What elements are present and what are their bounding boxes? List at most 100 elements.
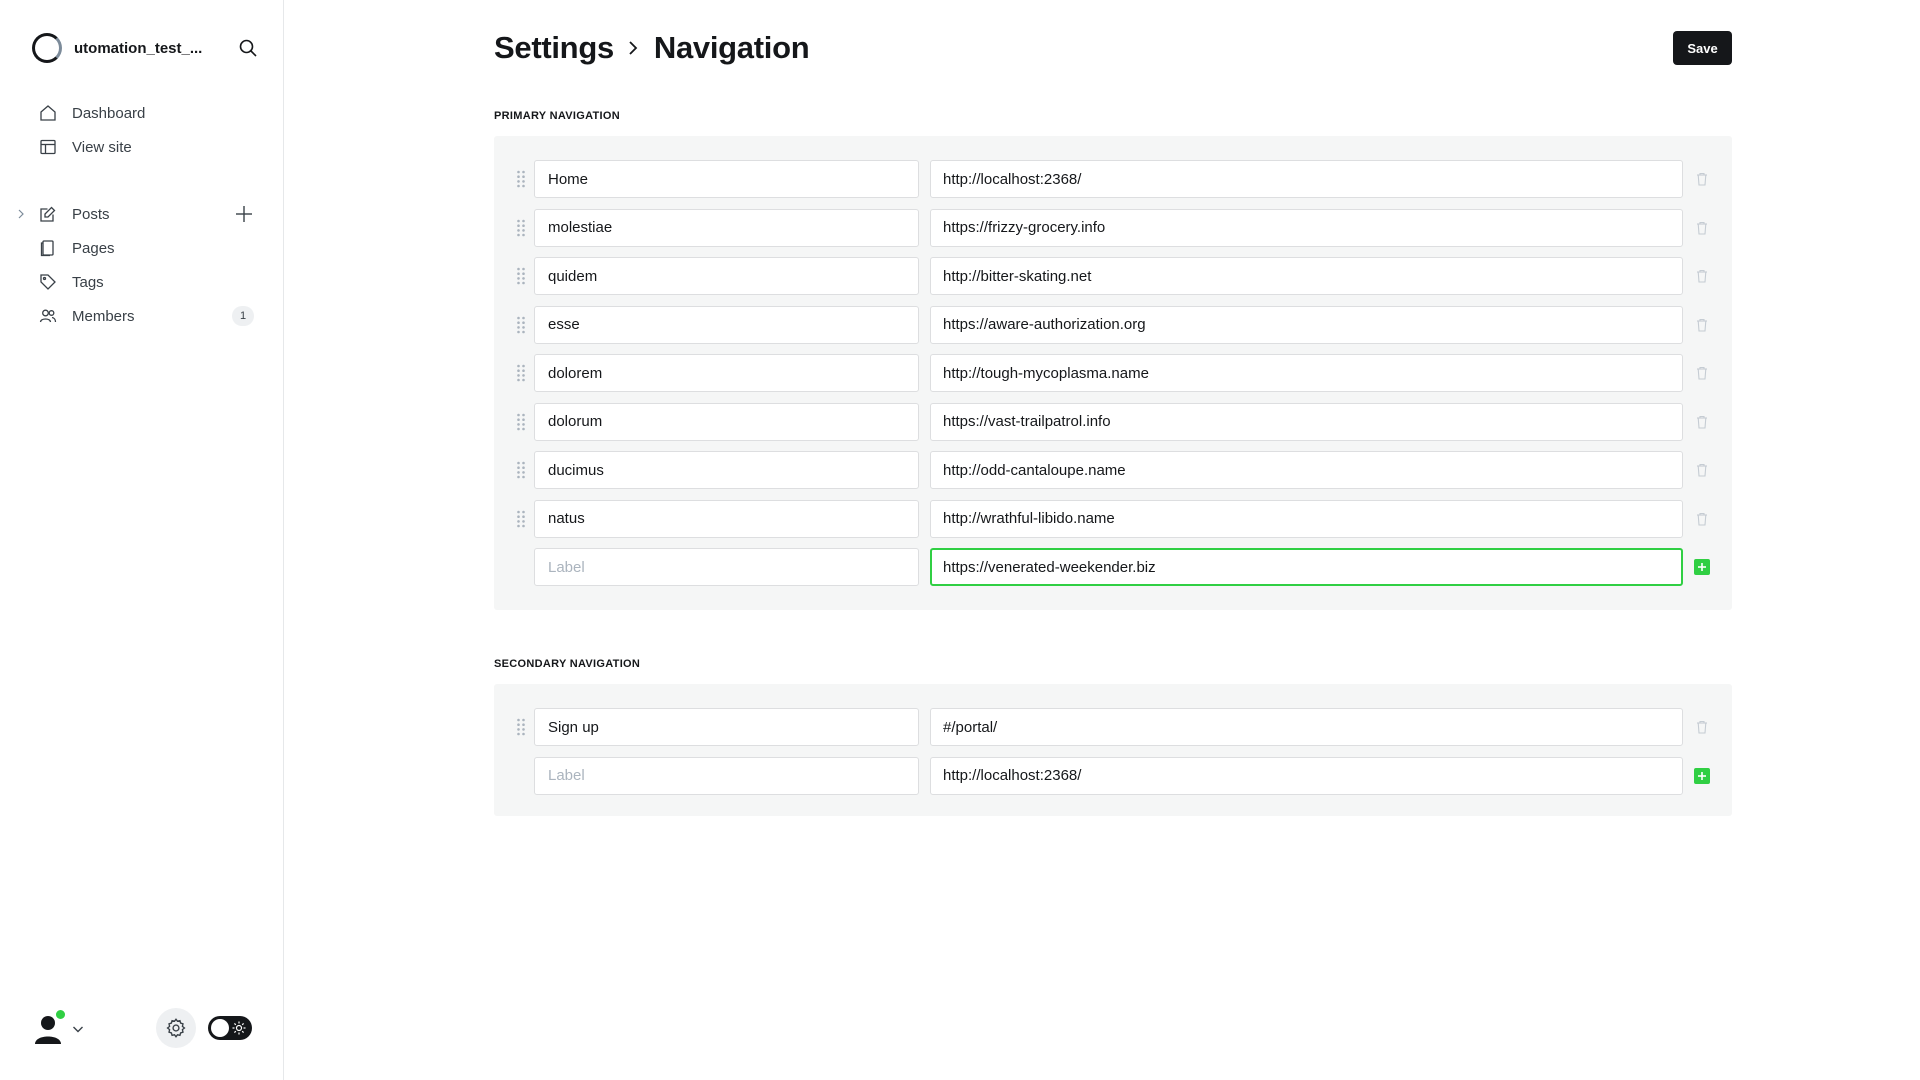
nav-url-input[interactable] [930, 402, 1683, 441]
nav-url-input[interactable] [930, 160, 1683, 198]
drag-handle-icon[interactable] [516, 170, 526, 188]
nav-item-row [494, 354, 1732, 393]
nav-item-row [494, 708, 1732, 747]
members-count-badge: 1 [232, 306, 254, 326]
trash-icon[interactable] [1694, 267, 1710, 285]
nav-item-row [494, 305, 1732, 345]
nav-item-row [494, 499, 1732, 539]
drag-handle-icon[interactable] [516, 219, 526, 237]
trash-icon[interactable] [1694, 170, 1710, 188]
search-icon[interactable] [236, 36, 260, 60]
site-logo-icon [32, 33, 62, 63]
pages-icon [38, 238, 58, 258]
trash-icon[interactable] [1694, 510, 1710, 528]
tag-icon [38, 272, 58, 292]
new-nav-url-input[interactable] [930, 548, 1683, 586]
sidebar-item-view-site[interactable]: View site [0, 130, 284, 164]
new-nav-url-input[interactable] [930, 756, 1683, 795]
nav-url-input[interactable] [930, 208, 1683, 247]
nav-label-input[interactable] [534, 402, 919, 441]
drag-handle-icon[interactable] [516, 461, 526, 479]
drag-handle-icon[interactable] [516, 364, 526, 382]
trash-icon[interactable] [1694, 316, 1710, 334]
nav-item-row [494, 160, 1732, 199]
add-item-button[interactable] [1694, 559, 1710, 575]
chevron-down-icon [72, 1023, 84, 1035]
gear-icon [165, 1017, 187, 1039]
nav-label-input[interactable] [534, 708, 919, 746]
nav-url-input[interactable] [930, 305, 1683, 344]
dark-mode-toggle[interactable] [208, 1016, 252, 1040]
sidebar-content-nav: Posts Pages Tags Members 1 [0, 197, 284, 333]
nav-url-input[interactable] [930, 451, 1683, 489]
nav-item-row [494, 257, 1732, 296]
nav-label-input[interactable] [534, 451, 919, 489]
drag-handle-icon[interactable] [516, 316, 526, 334]
nav-url-input[interactable] [930, 708, 1683, 746]
user-menu[interactable] [34, 1010, 86, 1045]
secondary-navigation-title: SECONDARY NAVIGATION [494, 658, 641, 670]
breadcrumb-settings[interactable]: Settings [494, 30, 614, 66]
save-button[interactable]: Save [1673, 31, 1732, 65]
nav-item-row [494, 208, 1732, 248]
drag-handle-icon[interactable] [516, 267, 526, 285]
sidebar-item-label: Posts [72, 205, 110, 223]
layout-icon [38, 137, 58, 157]
nav-label-input[interactable] [534, 160, 919, 198]
plus-icon [1697, 771, 1707, 781]
site-brand[interactable]: utomation_test_... [32, 32, 260, 64]
plus-icon [1697, 562, 1707, 572]
drag-handle-icon[interactable] [516, 718, 526, 736]
new-nav-label-input[interactable] [534, 756, 919, 795]
breadcrumb: Settings Navigation [494, 26, 1734, 70]
sidebar-item-posts[interactable]: Posts [0, 197, 284, 231]
sidebar-item-label: Members [72, 307, 135, 325]
sidebar-item-dashboard[interactable]: Dashboard [0, 96, 284, 130]
secondary-navigation-list [494, 684, 1732, 816]
sun-icon [232, 1021, 246, 1035]
sidebar-item-label: Tags [72, 273, 104, 291]
edit-icon [38, 204, 58, 224]
new-nav-label-input[interactable] [534, 548, 919, 586]
sidebar-item-pages[interactable]: Pages [0, 231, 284, 265]
drag-handle-icon[interactable] [516, 510, 526, 528]
site-name: utomation_test_... [74, 39, 203, 57]
primary-navigation-title: PRIMARY NAVIGATION [494, 110, 620, 122]
sidebar-item-label: Dashboard [72, 104, 146, 122]
sidebar-item-tags[interactable]: Tags [0, 265, 284, 299]
sidebar-footer [30, 1008, 258, 1048]
nav-label-input[interactable] [534, 305, 919, 344]
trash-icon[interactable] [1694, 364, 1710, 382]
new-nav-item-row [494, 548, 1732, 587]
avatar [34, 1010, 65, 1044]
nav-label-input[interactable] [534, 354, 919, 392]
nav-label-input[interactable] [534, 499, 919, 538]
sidebar-item-label: View site [72, 138, 132, 156]
nav-url-input[interactable] [930, 354, 1683, 392]
chevron-right-icon [626, 40, 642, 56]
trash-icon[interactable] [1694, 219, 1710, 237]
members-icon [38, 306, 58, 326]
add-item-button[interactable] [1694, 767, 1710, 784]
chevron-right-icon[interactable] [14, 207, 28, 221]
trash-icon[interactable] [1694, 718, 1710, 736]
sidebar-item-members[interactable]: Members 1 [0, 299, 284, 333]
add-post-icon[interactable] [234, 204, 254, 224]
primary-navigation-list [494, 136, 1732, 610]
trash-icon[interactable] [1694, 413, 1710, 431]
sidebar-main-nav: Dashboard View site [0, 96, 284, 164]
nav-label-input[interactable] [534, 208, 919, 247]
drag-handle-icon[interactable] [516, 413, 526, 431]
nav-label-input[interactable] [534, 257, 919, 295]
online-status-icon [56, 1010, 65, 1019]
new-nav-item-row [494, 756, 1732, 796]
page-title: Navigation [653, 30, 810, 65]
nav-url-input[interactable] [930, 499, 1683, 538]
settings-button[interactable] [156, 1008, 196, 1048]
trash-icon[interactable] [1694, 461, 1710, 479]
nav-item-row [494, 451, 1732, 490]
nav-item-row [494, 402, 1732, 442]
nav-url-input[interactable] [930, 257, 1683, 295]
sidebar-item-label: Pages [72, 239, 115, 257]
sidebar: utomation_test_... Dashboard View site P… [0, 0, 284, 1080]
